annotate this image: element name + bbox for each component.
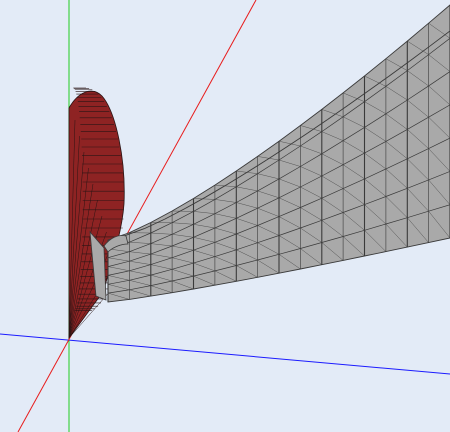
gray-curved-sweep-mesh[interactable]: [89, 4, 450, 303]
3d-viewport[interactable]: [0, 0, 450, 432]
3d-scene-canvas[interactable]: [0, 0, 450, 432]
x-axis-line: [0, 333, 450, 375]
